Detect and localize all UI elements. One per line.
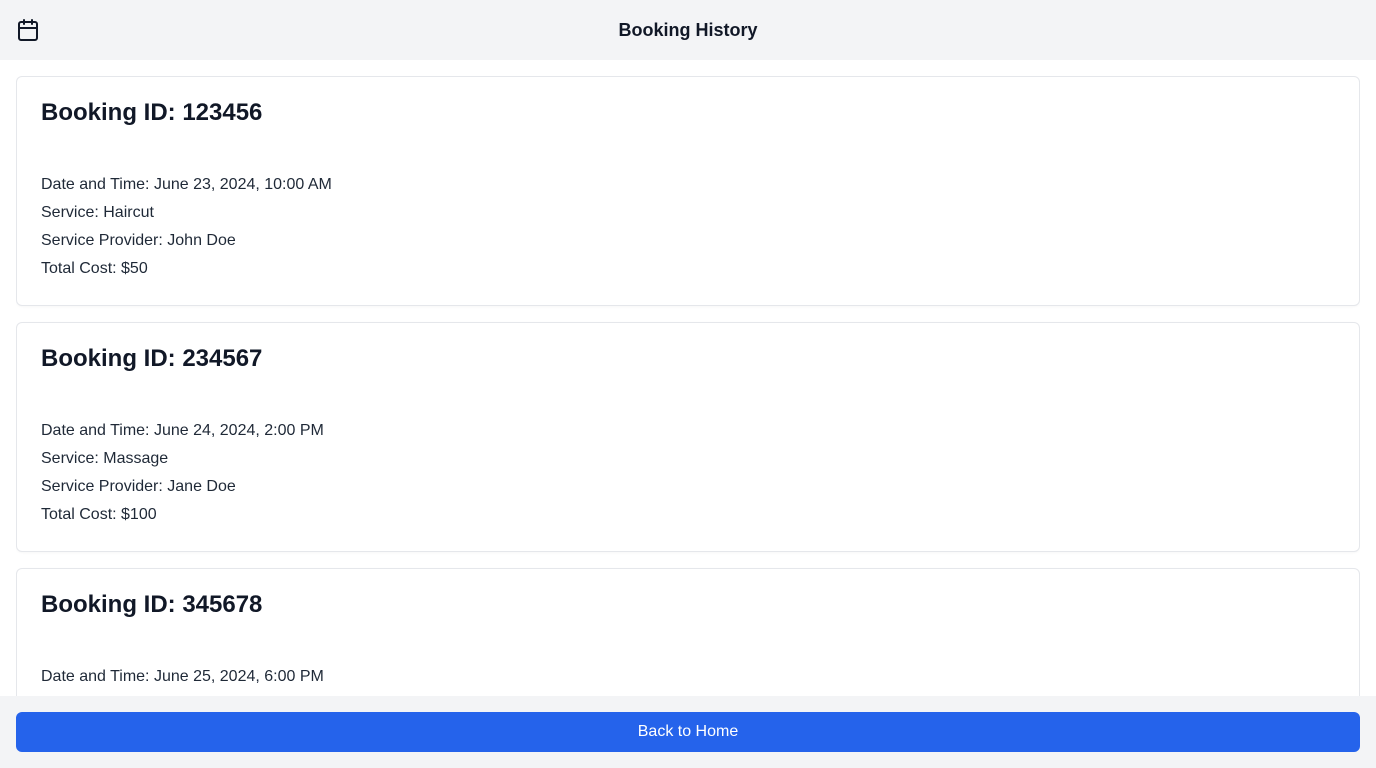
booking-details: Date and Time: June 23, 2024, 10:00 AM S… — [41, 171, 1335, 283]
booking-service: Service: Haircut — [41, 204, 154, 221]
back-to-home-button[interactable]: Back to Home — [16, 712, 1360, 752]
booking-details: Date and Time: June 25, 2024, 6:00 PM — [41, 663, 1335, 691]
booking-details: Date and Time: June 24, 2024, 2:00 PM Se… — [41, 417, 1335, 529]
booking-id: Booking ID: 123456 — [41, 99, 263, 126]
booking-service: Service: Massage — [41, 450, 169, 467]
booking-cost: Total Cost: $100 — [41, 506, 157, 523]
booking-datetime: Date and Time: June 25, 2024, 6:00 PM — [41, 668, 324, 685]
booking-datetime: Date and Time: June 24, 2024, 2:00 PM — [41, 422, 324, 439]
booking-id: Booking ID: 234567 — [41, 345, 263, 372]
booking-card: Booking ID: 234567 Date and Time: June 2… — [16, 322, 1360, 552]
booking-card: Booking ID: 345678 Date and Time: June 2… — [16, 568, 1360, 696]
booking-provider: Service Provider: Jane Doe — [41, 478, 236, 495]
booking-list[interactable]: Booking ID: 123456 Date and Time: June 2… — [16, 76, 1360, 696]
app-header: Booking History — [0, 0, 1376, 60]
booking-provider: Service Provider: John Doe — [41, 232, 236, 249]
booking-cost: Total Cost: $50 — [41, 260, 148, 277]
booking-card: Booking ID: 123456 Date and Time: June 2… — [16, 76, 1360, 306]
page-title: Booking History — [618, 20, 758, 40]
booking-datetime: Date and Time: June 23, 2024, 10:00 AM — [41, 176, 332, 193]
booking-id: Booking ID: 345678 — [41, 591, 263, 618]
footer-bar: Back to Home — [0, 696, 1376, 768]
